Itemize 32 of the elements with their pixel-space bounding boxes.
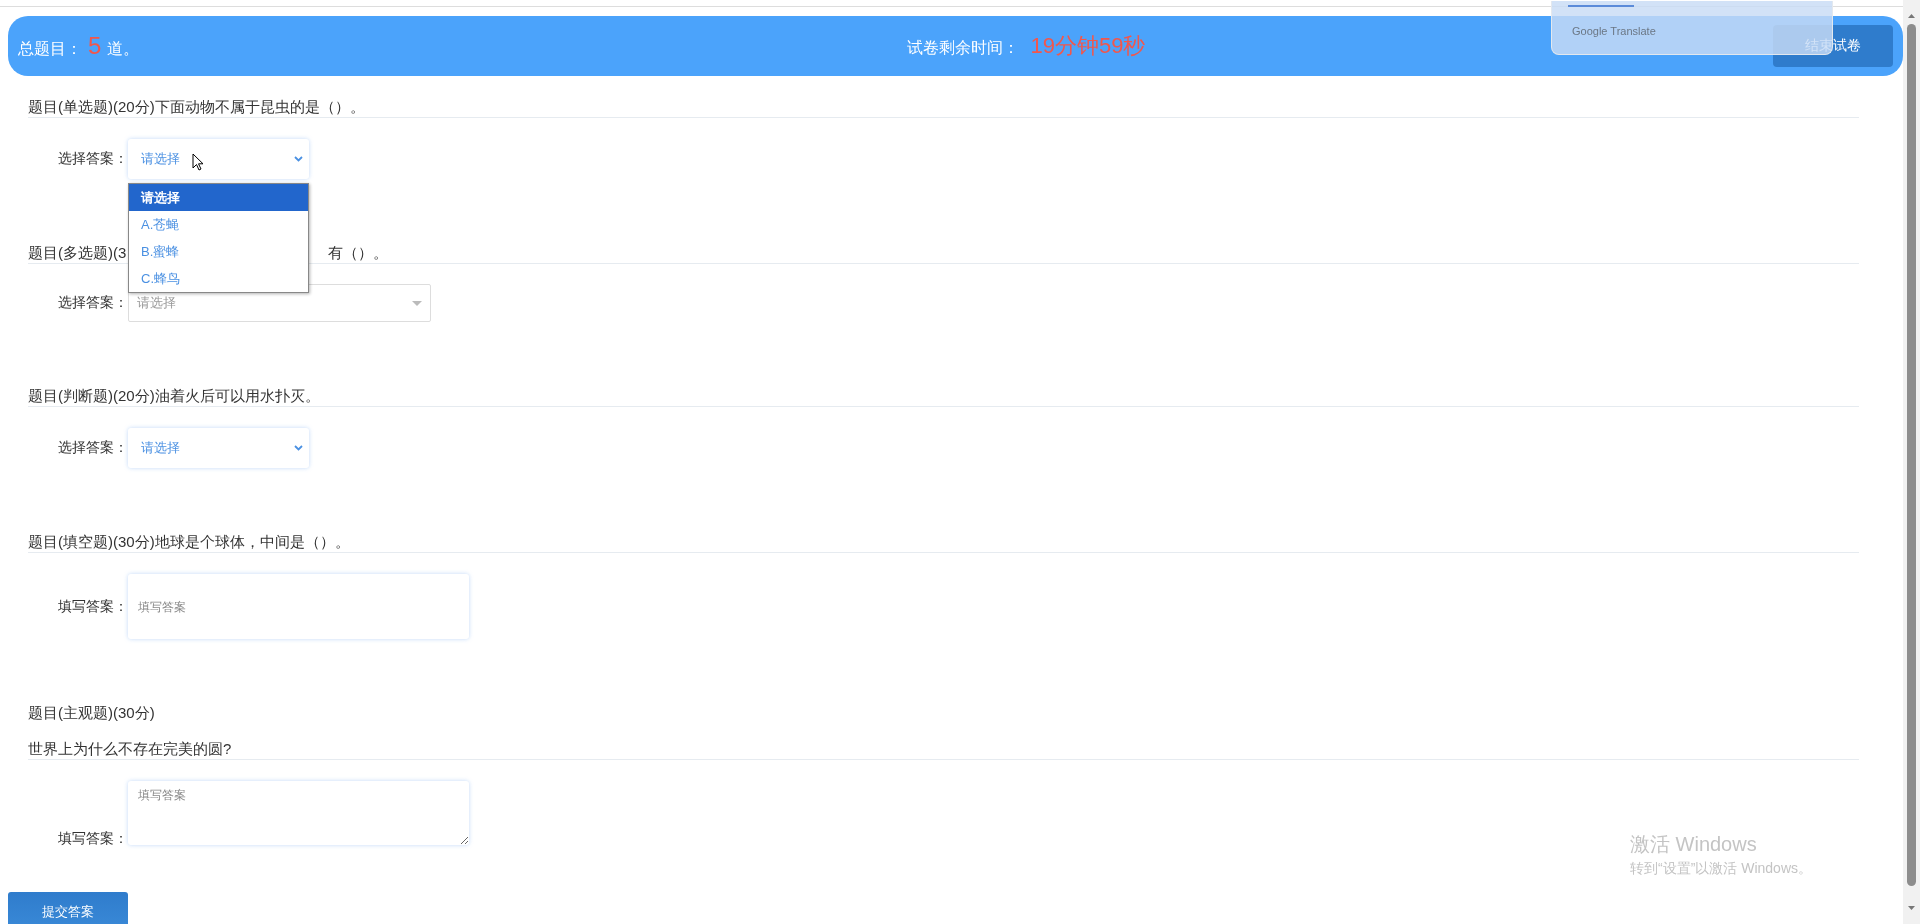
timer-label: 试卷剩余时间： bbox=[906, 38, 1019, 58]
activation-title: 激活 Windows bbox=[1630, 832, 1758, 857]
dropdown-option[interactable]: A.苍蝇 bbox=[129, 211, 308, 238]
answer-label: 填写答案： bbox=[57, 830, 128, 848]
question-title: 题目(主观题)(30分) bbox=[28, 703, 155, 723]
submit-button[interactable]: 提交答案 bbox=[8, 892, 128, 924]
question-title: 题目(填空题)(30分)地球是个球体，中间是（）。 bbox=[28, 532, 350, 552]
dropdown-option[interactable]: 请选择 bbox=[129, 184, 308, 211]
timer-value: 19分钟59秒 bbox=[1030, 32, 1146, 60]
translate-brand: Google Translate bbox=[1572, 25, 1656, 37]
answer-field[interactable]: 填写答案 bbox=[128, 574, 469, 639]
question-title: 题目(判断题)(20分)油着火后可以用水扑灭。 bbox=[28, 386, 320, 406]
cursor-icon bbox=[192, 153, 204, 171]
answer-label: 选择答案： bbox=[57, 439, 128, 457]
answer-field[interactable]: 填写答案 bbox=[128, 781, 469, 845]
triangle-down-icon bbox=[412, 300, 422, 306]
activation-hint: 转到“设置”以激活 Windows。 bbox=[1630, 860, 1812, 878]
question-title: 题目(多选题)(3 bbox=[28, 243, 127, 263]
question-title: 有（）。 bbox=[328, 243, 389, 263]
dropdown-option[interactable]: B.蜜蜂 bbox=[129, 238, 308, 265]
total-count: 5 bbox=[88, 32, 102, 60]
chevron-down-icon bbox=[294, 445, 303, 451]
question-title: 题目(单选题)(20分)下面动物不属于昆虫的是（）。 bbox=[28, 97, 365, 117]
answer-select[interactable]: 请选择 bbox=[128, 428, 309, 468]
answer-select[interactable]: 请选择 bbox=[128, 139, 309, 179]
question-prompt: 世界上为什么不存在完美的圆? bbox=[28, 739, 233, 759]
answer-label: 填写答案： bbox=[57, 597, 128, 616]
answer-label: 选择答案： bbox=[57, 150, 128, 168]
chevron-down-icon bbox=[294, 156, 303, 162]
total-label: 总题目： bbox=[18, 39, 82, 59]
answer-label: 选择答案： bbox=[57, 294, 128, 312]
total-unit: 道。 bbox=[107, 39, 140, 59]
